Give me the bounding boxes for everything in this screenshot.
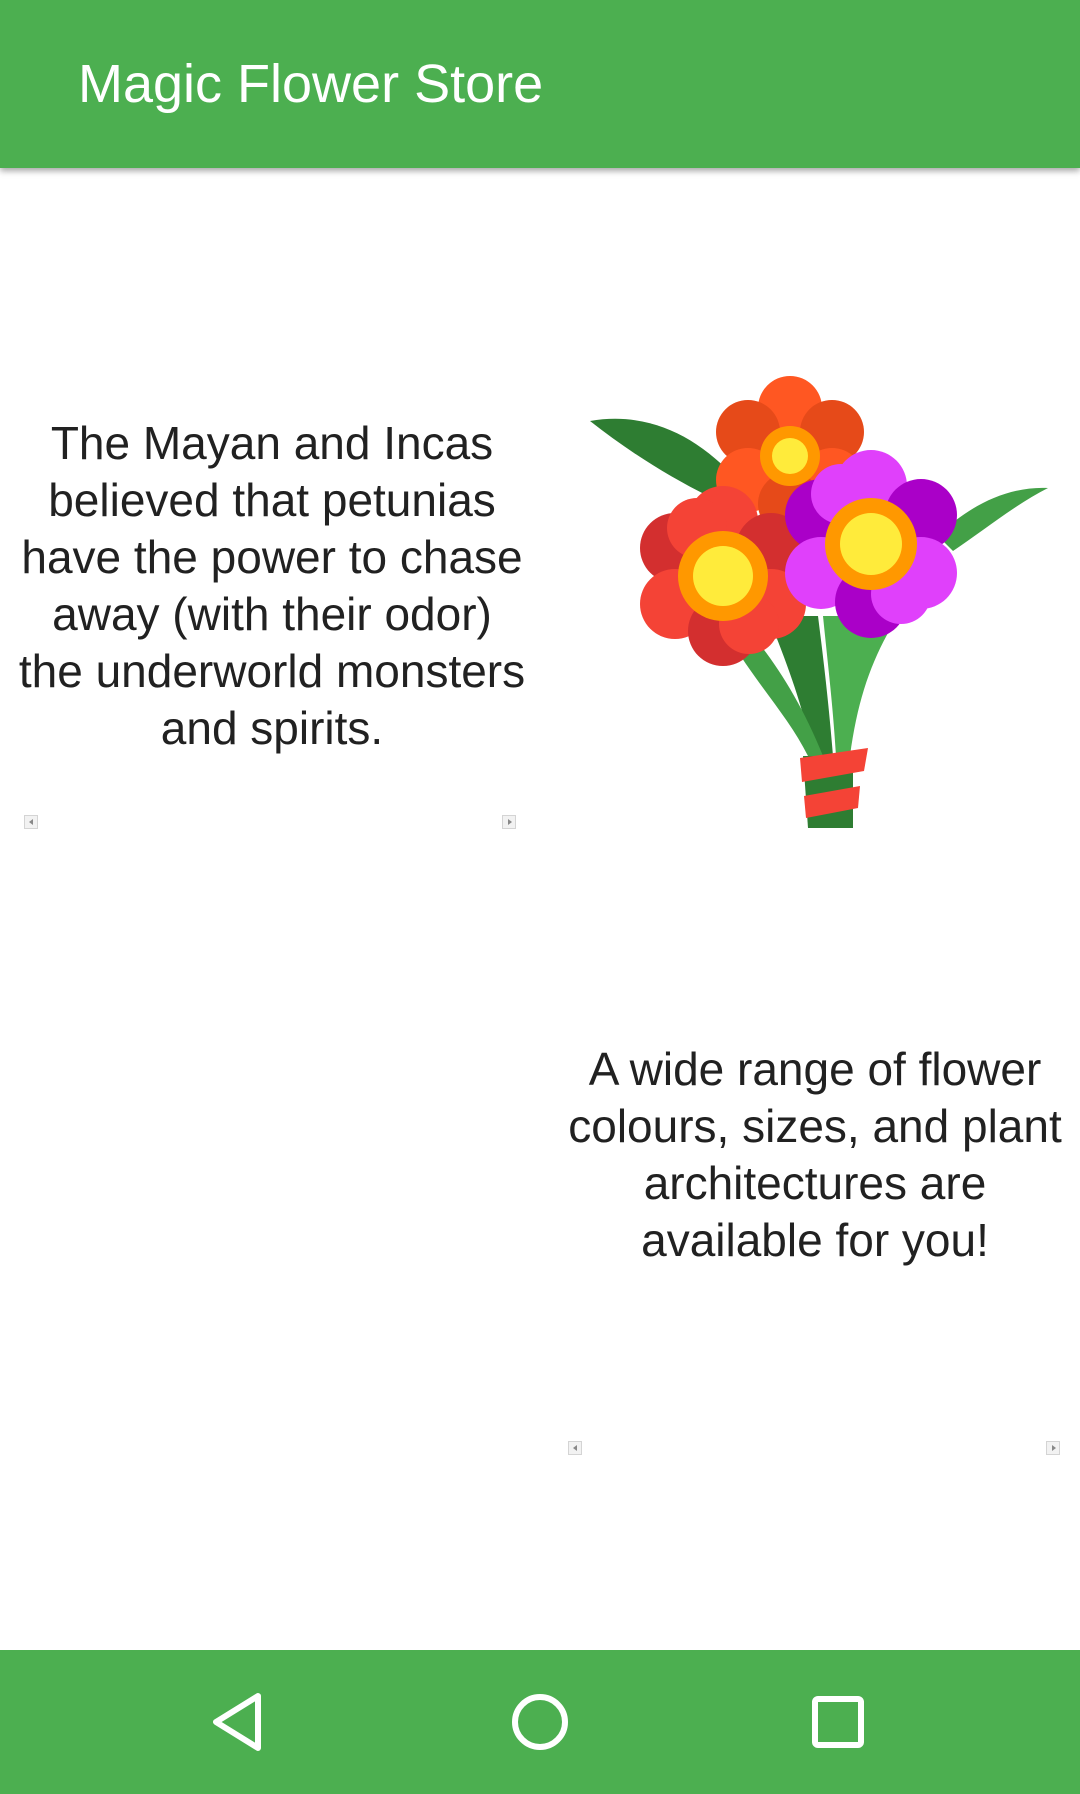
back-icon[interactable]: [200, 1682, 280, 1762]
home-icon[interactable]: [500, 1682, 580, 1762]
flower-bouquet-image: [590, 376, 1048, 828]
recent-apps-icon[interactable]: [798, 1682, 878, 1762]
scroll-right-arrow[interactable]: [1046, 1441, 1060, 1455]
app-title: Magic Flower Store: [78, 54, 544, 114]
scroll-right-arrow[interactable]: [502, 815, 516, 829]
scroll-left-arrow[interactable]: [568, 1441, 582, 1455]
app-bar: Magic Flower Store: [0, 0, 1080, 168]
petunia-fact-text: The Mayan and Incas believed that petuni…: [18, 417, 526, 754]
scroll-left-arrow[interactable]: [24, 815, 38, 829]
system-nav-bar: [0, 1650, 1080, 1794]
flower-range-text: A wide range of flower colours, sizes, a…: [568, 1043, 1062, 1266]
content-area[interactable]: The Mayan and Incas believed that petuni…: [0, 168, 1080, 1650]
